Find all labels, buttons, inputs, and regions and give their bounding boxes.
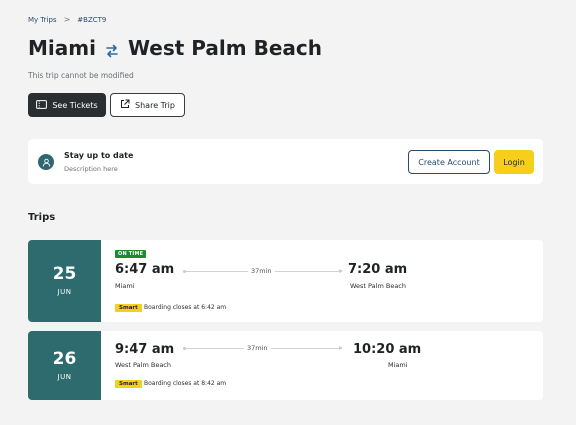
trip-day: 26 bbox=[52, 348, 77, 369]
stay-up-to-date-banner: Stay up to date Description here Create … bbox=[28, 139, 543, 184]
arrival-city: Miami bbox=[388, 361, 408, 369]
user-icon bbox=[38, 154, 54, 170]
departure-city: West Palm Beach bbox=[115, 361, 171, 369]
boarding-info: Boarding closes at 8:42 am bbox=[144, 380, 227, 387]
route-arrow-icon bbox=[339, 346, 343, 350]
arrival-time: 7:20 am bbox=[348, 262, 408, 277]
trips-section-title: Trips bbox=[28, 212, 56, 223]
share-trip-button[interactable]: Share Trip bbox=[110, 93, 185, 117]
route-arrow-icon bbox=[339, 269, 343, 273]
trip-card[interactable]: 26 JUN 9:47 am West Palm Beach 37min 10:… bbox=[28, 331, 543, 400]
trip-card[interactable]: 25 JUN ON TIME 6:47 am Miami 37min 7:20 … bbox=[28, 240, 543, 322]
see-tickets-label: See Tickets bbox=[52, 100, 98, 110]
banner-title: Stay up to date bbox=[64, 151, 134, 160]
departure-time: 9:47 am bbox=[115, 342, 175, 357]
arrival-city: West Palm Beach bbox=[350, 282, 406, 290]
breadcrumb-current-booking[interactable]: #BZCT9 bbox=[77, 16, 106, 24]
share-trip-label: Share Trip bbox=[135, 100, 175, 110]
trip-duration: 37min bbox=[248, 267, 275, 275]
trip-date: 26 JUN bbox=[28, 331, 101, 400]
create-account-button[interactable]: Create Account bbox=[408, 150, 490, 174]
trip-note: This trip cannot be modified bbox=[28, 71, 134, 80]
see-tickets-button[interactable]: See Tickets bbox=[28, 93, 106, 117]
trip-date: 25 JUN bbox=[28, 240, 101, 322]
destination-city: West Palm Beach bbox=[127, 36, 322, 60]
trip-day: 25 bbox=[52, 264, 77, 284]
smart-badge: Smart bbox=[115, 304, 142, 312]
breadcrumb-separator: > bbox=[63, 15, 71, 24]
banner-description: Description here bbox=[64, 165, 118, 173]
external-link-icon bbox=[120, 99, 130, 111]
login-button[interactable]: Login bbox=[494, 150, 534, 174]
ticket-icon bbox=[36, 99, 48, 111]
departure-city: Miami bbox=[115, 282, 135, 290]
page-title: Miami West Palm Beach bbox=[28, 36, 322, 60]
origin-city: Miami bbox=[28, 36, 96, 60]
trip-month: JUN bbox=[57, 372, 72, 381]
boarding-info: Boarding closes at 6:42 am bbox=[144, 304, 227, 311]
trip-month: JUN bbox=[57, 288, 72, 296]
smart-badge: Smart bbox=[115, 380, 142, 388]
breadcrumb-my-trips-link[interactable]: My Trips bbox=[28, 16, 57, 24]
trip-duration: 37min bbox=[244, 344, 271, 352]
departure-time: 6:47 am bbox=[115, 262, 175, 277]
swap-arrows-icon bbox=[104, 40, 120, 58]
status-badge: ON TIME bbox=[115, 250, 147, 258]
breadcrumb: My Trips > #BZCT9 bbox=[28, 15, 106, 24]
arrival-time: 10:20 am bbox=[353, 342, 422, 357]
